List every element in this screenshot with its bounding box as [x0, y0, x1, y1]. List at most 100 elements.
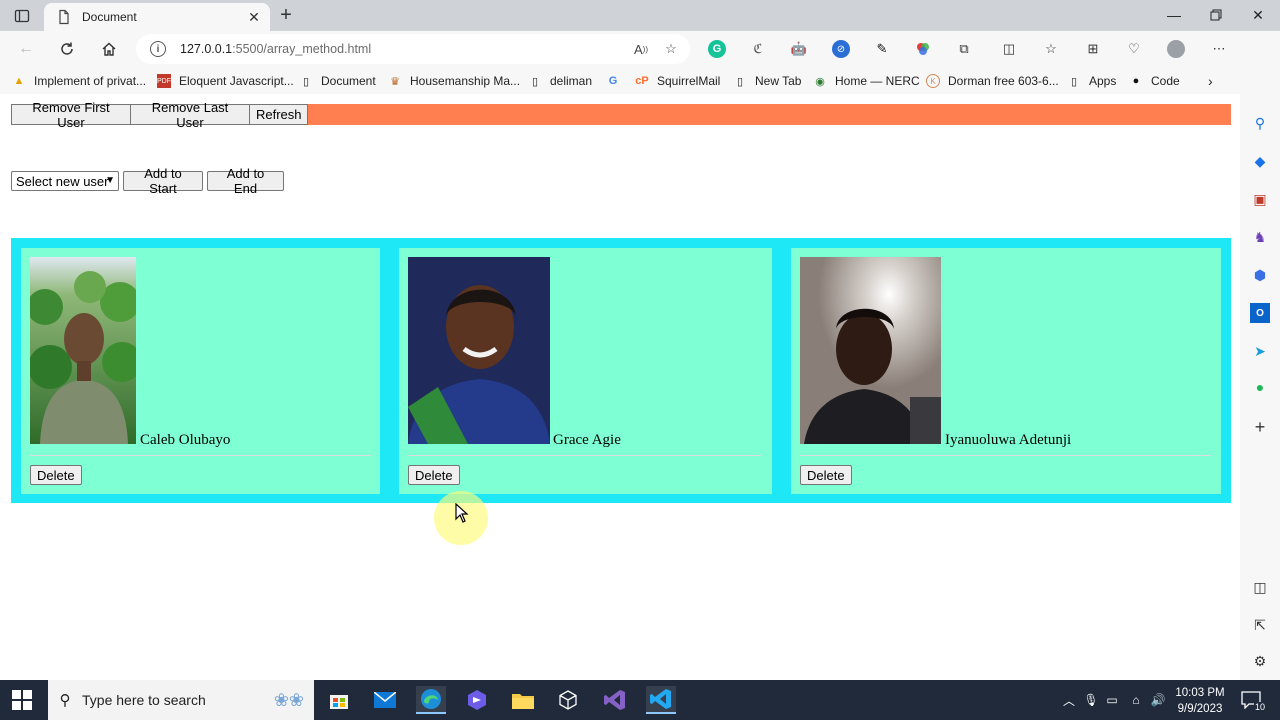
outlook-icon[interactable]: O: [1250, 303, 1270, 323]
profile-avatar-icon[interactable]: [1167, 40, 1185, 58]
new-user-select[interactable]: Select new user ▼: [11, 171, 119, 191]
system-clock[interactable]: 10:03 PM 9/9/2023: [1172, 685, 1228, 717]
refresh-button[interactable]: Refresh: [249, 104, 308, 125]
3d-cube-icon[interactable]: [553, 686, 583, 714]
bookmark-label: deliman: [550, 74, 593, 88]
favorites-icon[interactable]: ☆: [1042, 40, 1060, 58]
new-tab-button[interactable]: +: [276, 5, 296, 25]
bookmark-item[interactable]: ◉ Home — NERC: [813, 72, 920, 90]
mouse-pointer-icon: [455, 502, 469, 528]
bookmark-item[interactable]: ▯ deliman: [528, 72, 592, 90]
microsoft365-icon[interactable]: ⬢: [1250, 265, 1270, 285]
add-to-start-button[interactable]: Add to Start: [123, 166, 203, 196]
bookmark-label: New Tab: [755, 74, 802, 88]
back-icon[interactable]: ←: [14, 38, 38, 60]
external-link-icon[interactable]: ⇱: [1250, 615, 1270, 635]
volume-icon[interactable]: 🔊: [1150, 692, 1166, 708]
bookmark-item[interactable]: ▯ New Tab: [733, 72, 802, 90]
close-window-icon[interactable]: ✕: [1236, 3, 1280, 27]
add-sidebar-app-icon[interactable]: +: [1250, 417, 1270, 437]
bookmark-item[interactable]: ▯ Document: [299, 72, 376, 90]
bookmark-label: Housemanship Ma...: [410, 74, 521, 88]
url-field[interactable]: i 127.0.0.1:5500/array_method.html A)) ☆: [136, 34, 690, 64]
read-aloud-icon[interactable]: A)): [630, 38, 652, 60]
tab-document[interactable]: Document ✕: [44, 3, 270, 31]
jellyfish-decoration-icon: ❀❀: [273, 689, 304, 710]
close-tab-icon[interactable]: ✕: [246, 9, 262, 25]
bookmark-item[interactable]: ▲ Implement of privat...: [12, 72, 147, 90]
microphone-icon[interactable]: 🎙: [1083, 692, 1099, 708]
page-icon: [56, 9, 72, 25]
edge-browser-icon[interactable]: [416, 686, 446, 714]
eyedropper-icon[interactable]: ✎: [873, 40, 891, 58]
delete-user-button[interactable]: Delete: [408, 465, 460, 485]
bookmark-item[interactable]: G: [606, 72, 628, 90]
card-divider: [408, 455, 761, 456]
spotify-icon[interactable]: ●: [1250, 377, 1270, 397]
microsoft-store-icon[interactable]: [324, 686, 354, 714]
tab-title: Document: [82, 10, 137, 24]
search-icon[interactable]: ⚲: [1250, 113, 1270, 133]
reload-icon[interactable]: [55, 38, 79, 60]
extension-c-icon[interactable]: ℭ: [749, 40, 767, 58]
bookmark-item[interactable]: ♛ Housemanship Ma...: [388, 72, 520, 90]
delete-user-button[interactable]: Delete: [30, 465, 82, 485]
site-icon: ◉: [815, 75, 825, 88]
page-icon: ▯: [736, 75, 744, 88]
clock-date: 9/9/2023: [1177, 703, 1223, 715]
user-photo: [408, 257, 550, 444]
more-menu-icon[interactable]: ⋯: [1210, 40, 1228, 58]
sidebar-layout-icon[interactable]: ◫: [1250, 577, 1270, 597]
users-container: Caleb Olubayo Delete Grace Agie Delete I…: [11, 238, 1231, 503]
favorites-bar: ▲ Implement of privat... PDF Eloquent Java…: [0, 67, 1280, 94]
url-host: 127.0.0.1: [180, 42, 233, 56]
bookmark-item[interactable]: cP SquirrelMail: [635, 72, 720, 90]
collections-icon[interactable]: ⊞: [1084, 40, 1102, 58]
show-hidden-icons[interactable]: ︿: [1061, 692, 1077, 708]
grammarly-icon[interactable]: G: [708, 40, 726, 58]
bookmarks-more-icon[interactable]: ›: [1208, 72, 1213, 90]
drive-icon[interactable]: ▭: [1104, 692, 1120, 708]
user-card: Caleb Olubayo Delete: [21, 248, 380, 494]
send-icon[interactable]: ➤: [1250, 341, 1270, 361]
power-automate-icon[interactable]: [462, 686, 492, 714]
user-name: Grace Agie: [553, 432, 621, 448]
settings-gear-icon[interactable]: ⚙: [1250, 651, 1270, 671]
mail-icon[interactable]: [370, 686, 400, 714]
split-screen-icon[interactable]: ◫: [1000, 40, 1018, 58]
control-bar: Remove First User Remove Last User Refre…: [11, 100, 1231, 130]
warning-icon: ▲: [13, 75, 25, 87]
url-text: 127.0.0.1:5500/array_method.html: [180, 42, 630, 56]
home-icon[interactable]: [97, 38, 121, 60]
minimize-icon[interactable]: —: [1152, 3, 1196, 27]
shopping-tag-icon[interactable]: ◆: [1250, 151, 1270, 171]
tools-briefcase-icon[interactable]: ▣: [1250, 189, 1270, 209]
remove-first-user-button[interactable]: Remove First User: [11, 100, 131, 130]
restore-icon[interactable]: [1194, 3, 1238, 27]
extensions-puzzle-icon[interactable]: ⧉: [955, 40, 973, 58]
bookmark-item[interactable]: ● Code: [1129, 72, 1180, 90]
remove-last-user-button[interactable]: Remove Last User: [130, 100, 250, 130]
delete-user-button[interactable]: Delete: [800, 465, 852, 485]
browser-essentials-icon[interactable]: ♡: [1125, 40, 1143, 58]
robot-extension-icon[interactable]: 🤖: [790, 40, 808, 58]
network-icon[interactable]: ⌂: [1128, 692, 1144, 708]
games-icon[interactable]: ♞: [1250, 227, 1270, 247]
select-value: Select new user: [16, 173, 109, 189]
color-wheel-icon[interactable]: [914, 40, 932, 58]
bookmark-item[interactable]: ▯ Apps: [1067, 72, 1116, 90]
page-icon: ▯: [531, 75, 539, 88]
visual-studio-icon[interactable]: [600, 686, 630, 714]
windows-start-icon[interactable]: [12, 690, 32, 710]
compass-extension-icon[interactable]: ⊘: [832, 40, 850, 58]
add-to-end-button[interactable]: Add to End: [207, 166, 284, 196]
site-info-icon[interactable]: i: [150, 41, 166, 57]
tab-actions-icon[interactable]: [8, 6, 36, 26]
bookmark-item[interactable]: PDF Eloquent Javascript...: [157, 72, 294, 90]
taskbar-search[interactable]: ⚲ Type here to search ❀❀: [48, 680, 314, 720]
favorite-star-icon[interactable]: ☆: [660, 38, 682, 60]
bookmark-label: Implement of privat...: [34, 74, 147, 88]
file-explorer-icon[interactable]: [508, 686, 538, 714]
vscode-icon[interactable]: [646, 686, 676, 714]
bookmark-item[interactable]: K Dorman free 603-6...: [926, 72, 1059, 90]
